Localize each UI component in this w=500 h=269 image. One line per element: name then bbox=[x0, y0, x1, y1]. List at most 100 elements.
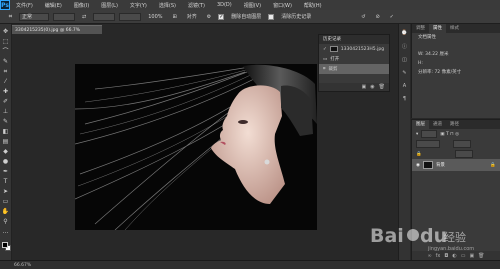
eraser-tool-icon[interactable]: ◧ bbox=[1, 128, 10, 137]
baidu-watermark: Bai du 经验 jingyan.baidu.com bbox=[370, 222, 480, 252]
resolution-field[interactable] bbox=[119, 12, 142, 21]
path-select-tool-icon[interactable]: ➤ bbox=[1, 188, 10, 197]
tab-layers[interactable]: 图层 bbox=[412, 120, 429, 129]
healing-tool-icon[interactable]: ✚ bbox=[1, 88, 10, 97]
history-state-icon: ▭ bbox=[323, 56, 328, 62]
tab-properties[interactable]: 属性 bbox=[429, 24, 446, 33]
height-field[interactable] bbox=[93, 12, 116, 21]
properties-panel: 调整 属性 样式 文档属性 W: 34.22 厘米 H: 分辨率: 72 像素/… bbox=[411, 24, 500, 118]
stamp-tool-icon[interactable]: ⊥ bbox=[1, 108, 10, 117]
history-item-open[interactable]: ▭ 打开 bbox=[319, 54, 389, 64]
menu-view[interactable]: 视图(V) bbox=[238, 2, 267, 9]
tab-paths[interactable]: 路径 bbox=[446, 120, 463, 129]
layer-background[interactable]: ◉ 背景 🔒 bbox=[412, 159, 500, 171]
history-snapshot[interactable]: ✓ 1330421523H5.jpg bbox=[319, 44, 389, 54]
menu-filter[interactable]: 滤镜(T) bbox=[182, 2, 211, 9]
zoom-tool-icon[interactable]: ⚲ bbox=[1, 218, 10, 227]
menu-layer[interactable]: 图层(L) bbox=[95, 2, 124, 9]
fx-icon[interactable]: fx bbox=[436, 253, 441, 259]
layers-tabs: 图层 通道 路径 bbox=[412, 120, 500, 129]
new-layer-icon[interactable]: ▣ bbox=[469, 253, 474, 259]
eyedropper-tool-icon[interactable]: ⁄ bbox=[1, 78, 10, 87]
options-bar: ⌗ 正常 ⇄ 100% ⊞ 对齐 ⚙ 删除自动图层 清除历史记录 ↺ ⊘ ✓ bbox=[0, 10, 500, 24]
commit-icon[interactable]: ✓ bbox=[387, 13, 397, 21]
opacity-field[interactable] bbox=[453, 140, 471, 148]
menu-3d[interactable]: 3D(D) bbox=[211, 2, 238, 8]
folder-icon[interactable]: ▭ bbox=[461, 253, 466, 259]
history-panel-icon[interactable]: ⌚ bbox=[401, 30, 407, 36]
blur-tool-icon[interactable]: ◆ bbox=[1, 148, 10, 157]
opacity-label[interactable]: 100% bbox=[145, 13, 165, 21]
status-bar: 66.67% bbox=[0, 260, 500, 269]
history-tab[interactable]: 历史记录 bbox=[319, 35, 389, 44]
adjustment-icon[interactable]: ◐ bbox=[452, 253, 456, 259]
brush-panel-icon[interactable]: ✎ bbox=[402, 70, 406, 76]
blend-row bbox=[412, 139, 500, 149]
character-panel-icon[interactable]: A bbox=[403, 83, 406, 89]
quick-select-tool-icon[interactable]: ✎ bbox=[1, 58, 10, 67]
width-field[interactable] bbox=[53, 12, 75, 21]
hand-tool-icon[interactable]: ✋ bbox=[1, 208, 10, 217]
grid-icon[interactable]: ⊞ bbox=[170, 13, 180, 21]
menu-select[interactable]: 选择(S) bbox=[153, 2, 182, 9]
history-panel: 历史记录 ✓ 1330421523H5.jpg ▭ 打开 ⌗ 裁剪 ▣ ◉ 🗑 bbox=[318, 34, 390, 92]
cancel-icon[interactable]: ⊘ bbox=[372, 13, 382, 21]
delete-cropped-label: 删除自动图层 bbox=[231, 13, 262, 20]
trash-icon[interactable]: 🗑 bbox=[379, 84, 385, 90]
crop-state-icon: ⌗ bbox=[323, 67, 326, 72]
more-tools-icon[interactable]: … bbox=[1, 228, 10, 237]
navigator-panel-icon[interactable]: ◫ bbox=[402, 57, 407, 63]
eye-icon[interactable]: ◉ bbox=[416, 163, 420, 168]
crop-tool-icon[interactable]: ⌗ bbox=[1, 68, 10, 77]
lock-icon[interactable]: 🔒 bbox=[416, 152, 422, 157]
content-aware-checkbox[interactable] bbox=[268, 13, 275, 20]
properties-tabs: 调整 属性 样式 bbox=[412, 24, 500, 33]
tab-adjustments[interactable]: 调整 bbox=[412, 24, 429, 33]
crop-tool-icon[interactable]: ⌗ bbox=[6, 12, 15, 21]
filter-icons[interactable]: ▣ T ⊓ ◎ bbox=[440, 132, 459, 137]
filter-type-select[interactable]: ▾ bbox=[416, 132, 418, 137]
brush-tool-icon[interactable]: ✐ bbox=[1, 98, 10, 107]
gear-icon[interactable]: ⚙ bbox=[204, 13, 214, 21]
history-item-crop[interactable]: ⌗ 裁剪 bbox=[319, 64, 389, 74]
pen-tool-icon[interactable]: ✒ bbox=[1, 168, 10, 177]
menu-edit[interactable]: 编辑(E) bbox=[39, 2, 68, 9]
zoom-level[interactable]: 66.67% bbox=[14, 263, 31, 268]
canvas-photo[interactable] bbox=[75, 64, 317, 230]
move-tool-icon[interactable]: ✥ bbox=[1, 28, 10, 37]
dodge-tool-icon[interactable]: ● bbox=[1, 158, 10, 167]
tab-channels[interactable]: 通道 bbox=[429, 120, 446, 129]
type-tool-icon[interactable]: T bbox=[1, 178, 10, 187]
filter-kind-field[interactable] bbox=[421, 130, 438, 138]
blend-mode-select[interactable] bbox=[416, 140, 440, 148]
history-footer: ▣ ◉ 🗑 bbox=[319, 83, 389, 91]
menu-type[interactable]: 文字(Y) bbox=[124, 2, 153, 9]
menu-image[interactable]: 图像(I) bbox=[68, 2, 95, 9]
info-panel-icon[interactable]: ⓘ bbox=[402, 43, 407, 50]
menu-help[interactable]: 帮助(H) bbox=[298, 2, 328, 9]
lasso-tool-icon[interactable]: ⌒ bbox=[1, 48, 10, 57]
menu-file[interactable]: 文件(F) bbox=[10, 2, 39, 9]
document-tab[interactable]: 3304215235(0).jpg @ 66.7% (RGB/8#) * bbox=[12, 25, 102, 42]
paragraph-panel-icon[interactable]: ¶ bbox=[403, 96, 406, 102]
trash-icon[interactable]: 🗑 bbox=[478, 253, 484, 259]
fill-field[interactable] bbox=[454, 150, 473, 158]
reset-icon[interactable]: ↺ bbox=[358, 13, 368, 21]
menu-window[interactable]: 窗口(W) bbox=[267, 2, 298, 9]
layer-thumbnail bbox=[422, 161, 433, 169]
delete-cropped-checkbox[interactable] bbox=[218, 13, 225, 20]
camera-icon[interactable]: ◉ bbox=[370, 84, 374, 90]
mode-select[interactable]: 正常 bbox=[19, 12, 49, 21]
shape-tool-icon[interactable]: ▭ bbox=[1, 198, 10, 207]
new-document-icon[interactable]: ▣ bbox=[362, 84, 367, 90]
swap-icon[interactable]: ⇄ bbox=[79, 13, 89, 21]
marquee-tool-icon[interactable]: ⬚ bbox=[1, 38, 10, 47]
tools-panel: ✥ ⬚ ⌒ ✎ ⌗ ⁄ ✚ ✐ ⊥ ✎ ◧ ▤ ◆ ● ✒ T ➤ ▭ ✋ ⚲ … bbox=[0, 24, 12, 260]
align-label[interactable]: 对齐 bbox=[184, 13, 200, 21]
gradient-tool-icon[interactable]: ▤ bbox=[1, 138, 10, 147]
tab-styles[interactable]: 样式 bbox=[446, 24, 463, 33]
link-icon[interactable]: ∞ bbox=[427, 253, 431, 259]
foreground-color-swatch[interactable] bbox=[2, 242, 8, 248]
mask-icon[interactable]: ◘ bbox=[444, 253, 448, 259]
history-brush-icon[interactable]: ✎ bbox=[1, 118, 10, 127]
